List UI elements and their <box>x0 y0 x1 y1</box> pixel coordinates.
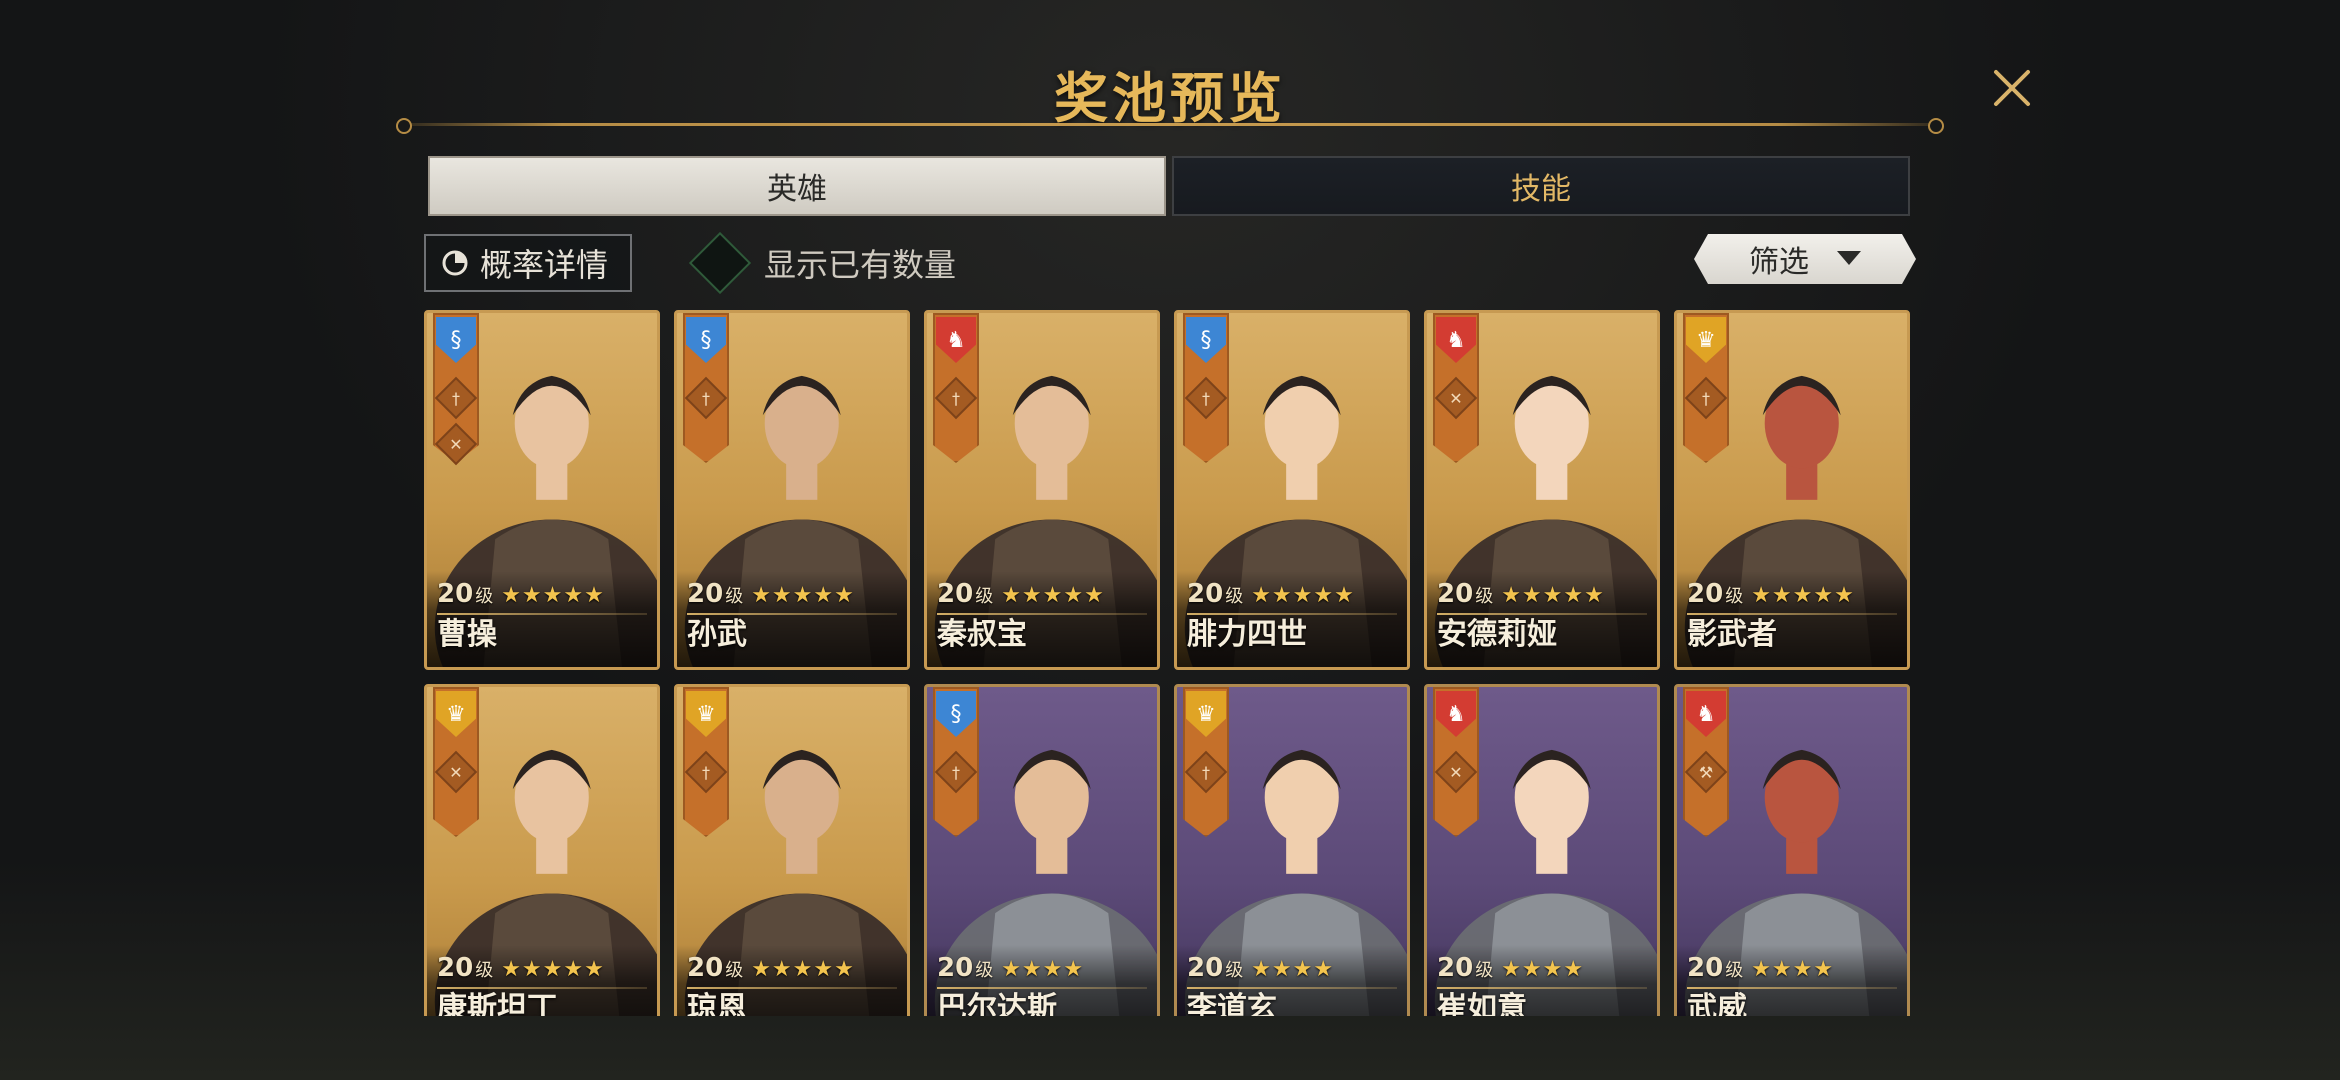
chevron-down-icon <box>1837 251 1861 267</box>
level-number: 20 <box>1187 953 1224 983</box>
probability-details-label: 概率详情 <box>480 246 609 284</box>
show-owned-checkbox[interactable] <box>688 231 752 295</box>
level-unit: 级 <box>975 586 994 607</box>
hero-grid: § † ✕ 20 级 ★★★★★ 曹操 § † 20 级 ★★★★★ 孙武 ♞ … <box>424 310 1910 1016</box>
hero-name: 秦叔宝 <box>937 617 1027 652</box>
star-rating: ★★★★ <box>1501 957 1585 982</box>
show-owned-toggle[interactable]: 显示已有数量 <box>688 231 957 295</box>
level-unit: 级 <box>475 960 494 981</box>
hero-card[interactable]: ♛ † 20 级 ★★★★★ 影武者 <box>1674 310 1910 670</box>
level-unit: 级 <box>975 960 994 981</box>
hero-card[interactable]: ♞ ✕ 20 级 ★★★★ 崔如意 <box>1424 684 1660 1016</box>
hero-level: 20 级 ★★★★★ <box>1687 579 1855 609</box>
close-button[interactable] <box>1990 66 2034 110</box>
level-number: 20 <box>1437 579 1474 609</box>
hero-name: 崔如意 <box>1437 991 1527 1016</box>
page-title: 奖池预览 <box>1054 66 1286 130</box>
level-unit: 级 <box>725 586 744 607</box>
level-number: 20 <box>1437 953 1474 983</box>
level-number: 20 <box>687 579 724 609</box>
star-rating: ★★★★★ <box>751 957 855 982</box>
hero-name: 安德莉娅 <box>1437 617 1557 652</box>
level-number: 20 <box>437 579 474 609</box>
hero-card[interactable]: ♞ † 20 级 ★★★★★ 秦叔宝 <box>924 310 1160 670</box>
hero-card[interactable]: § † 20 级 ★★★★ 巴尔达斯 <box>924 684 1160 1016</box>
hero-name: 康斯坦丁 <box>437 991 557 1016</box>
level-number: 20 <box>1187 579 1224 609</box>
hero-level: 20 级 ★★★★★ <box>1187 579 1355 609</box>
hero-level: 20 级 ★★★★★ <box>1437 579 1605 609</box>
hero-level: 20 级 ★★★★★ <box>437 953 605 983</box>
hero-name: 琼恩 <box>687 991 747 1016</box>
star-rating: ★★★★★ <box>751 583 855 608</box>
level-number: 20 <box>937 579 974 609</box>
level-unit: 级 <box>1475 586 1494 607</box>
hero-name: 武威 <box>1687 991 1747 1016</box>
hero-card[interactable]: ♞ ✕ 20 级 ★★★★★ 安德莉娅 <box>1424 310 1660 670</box>
star-rating: ★★★★★ <box>1751 583 1855 608</box>
pie-chart-icon <box>442 250 468 276</box>
hero-card[interactable]: ♞ ⚒ 20 级 ★★★★ 武威 <box>1674 684 1910 1016</box>
hero-card[interactable]: § † 20 级 ★★★★★ 腓力四世 <box>1174 310 1410 670</box>
level-number: 20 <box>937 953 974 983</box>
star-rating: ★★★★ <box>1251 957 1335 982</box>
level-number: 20 <box>1687 579 1724 609</box>
hero-card[interactable]: § † 20 级 ★★★★★ 孙武 <box>674 310 910 670</box>
tab-skills[interactable]: 技能 <box>1172 156 1910 216</box>
filter-dropdown[interactable]: 筛选 <box>1694 234 1916 284</box>
star-rating: ★★★★★ <box>501 957 605 982</box>
hero-name: 曹操 <box>437 617 497 652</box>
level-number: 20 <box>1687 953 1724 983</box>
star-rating: ★★★★ <box>1001 957 1085 982</box>
level-number: 20 <box>437 953 474 983</box>
show-owned-label: 显示已有数量 <box>764 246 957 284</box>
hero-level: 20 级 ★★★★ <box>937 953 1084 983</box>
level-unit: 级 <box>1475 960 1494 981</box>
hero-level: 20 级 ★★★★★ <box>687 953 855 983</box>
hero-card[interactable]: ♛ † 20 级 ★★★★★ 琼恩 <box>674 684 910 1016</box>
star-rating: ★★★★ <box>1751 957 1835 982</box>
hero-card[interactable]: § † ✕ 20 级 ★★★★★ 曹操 <box>424 310 660 670</box>
level-unit: 级 <box>1225 960 1244 981</box>
hero-level: 20 级 ★★★★★ <box>937 579 1105 609</box>
hero-name: 腓力四世 <box>1187 617 1307 652</box>
hero-name: 李道玄 <box>1187 991 1277 1016</box>
level-unit: 级 <box>475 586 494 607</box>
tab-bar: 英雄 技能 <box>428 156 1910 216</box>
hero-name: 影武者 <box>1687 617 1777 652</box>
level-unit: 级 <box>1225 586 1244 607</box>
level-unit: 级 <box>1725 960 1744 981</box>
probability-details-button[interactable]: 概率详情 <box>424 234 632 292</box>
tab-heroes[interactable]: 英雄 <box>428 156 1166 216</box>
hero-level: 20 级 ★★★★★ <box>437 579 605 609</box>
hero-card[interactable]: ♛ † 20 级 ★★★★ 李道玄 <box>1174 684 1410 1016</box>
hero-name: 孙武 <box>687 617 747 652</box>
hero-card[interactable]: ♛ ✕ 20 级 ★★★★★ 康斯坦丁 <box>424 684 660 1016</box>
close-icon <box>1994 70 2030 106</box>
star-rating: ★★★★★ <box>1251 583 1355 608</box>
hero-level: 20 级 ★★★★★ <box>687 579 855 609</box>
title-divider <box>396 118 1944 134</box>
hero-name: 巴尔达斯 <box>937 991 1057 1016</box>
filter-label: 筛选 <box>1749 245 1809 280</box>
hero-level: 20 级 ★★★★ <box>1437 953 1584 983</box>
level-unit: 级 <box>1725 586 1744 607</box>
hero-level: 20 级 ★★★★ <box>1687 953 1834 983</box>
star-rating: ★★★★★ <box>501 583 605 608</box>
star-rating: ★★★★★ <box>1501 583 1605 608</box>
hero-level: 20 级 ★★★★ <box>1187 953 1334 983</box>
level-unit: 级 <box>725 960 744 981</box>
star-rating: ★★★★★ <box>1001 583 1105 608</box>
level-number: 20 <box>687 953 724 983</box>
